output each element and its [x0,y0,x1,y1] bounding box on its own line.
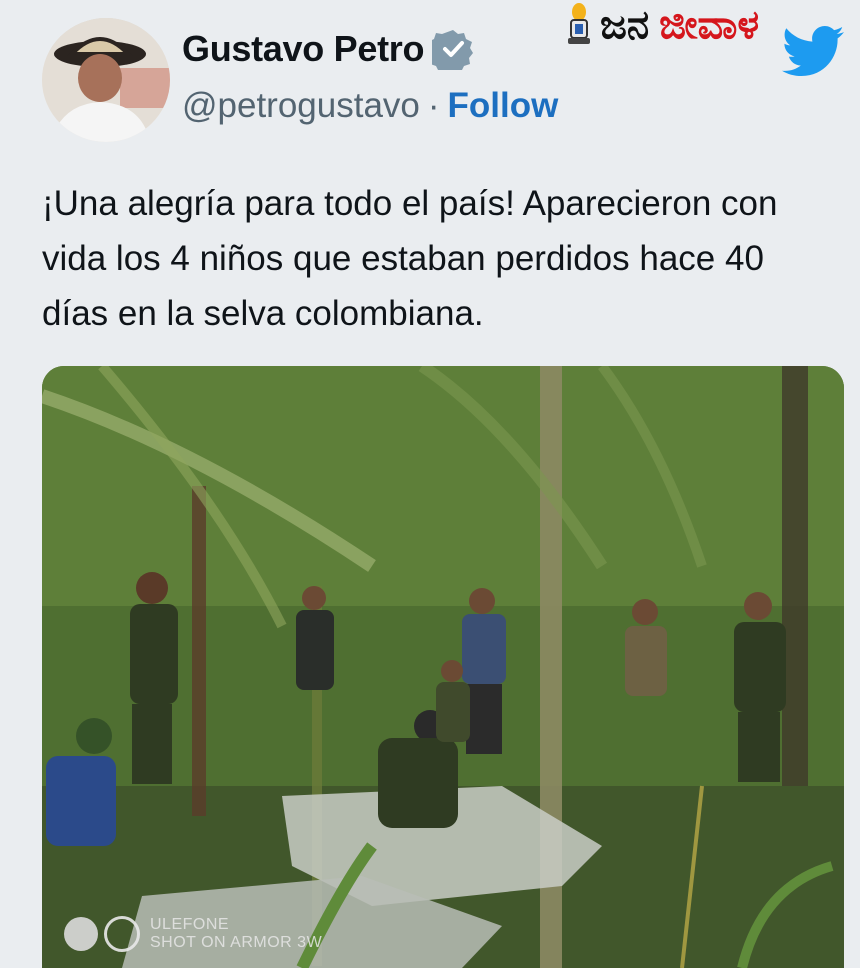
tweet-photo[interactable]: ULEFONE SHOT ON ARMOR 3W [42,366,844,968]
tweet-card: Gustavo Petro @petrogustavo · Follow ಜನ ಜ… [0,0,860,968]
brand-name-part1: ಜನ [600,3,650,47]
lamp-logo-icon [568,3,590,44]
watermark-line1: ULEFONE [150,916,230,933]
author-handle[interactable]: @petrogustavo [182,86,420,126]
follow-button[interactable]: Follow [448,86,559,126]
avatar-photo [42,18,170,142]
tweet-text: ¡Una alegría para todo el país! Aparecie… [42,184,778,333]
brand-name-part2: ಜೀವಾಳ [659,3,760,47]
separator-dot: · [427,86,440,125]
verified-badge-icon [427,28,474,74]
author-handle-row: @petrogustavo · Follow [182,86,558,126]
author-name[interactable]: Gustavo Petro [182,28,424,70]
author-avatar[interactable] [42,18,170,142]
camera-watermark: ULEFONE SHOT ON ARMOR 3W [64,916,322,952]
brand-name: ಜನ ಜೀವಾಳ [600,2,759,48]
brand-watermark: ಜನ ಜೀವಾಳ [562,2,858,76]
author-name-row: Gustavo Petro [182,28,474,74]
watermark-ring-icon [104,916,140,952]
watermark-line2: SHOT ON ARMOR 3W [150,934,323,951]
jungle-rescue-photo [42,366,844,968]
watermark-text: ULEFONE SHOT ON ARMOR 3W [150,916,322,952]
twitter-bird-icon [782,26,844,76]
watermark-dot-icon [64,917,98,951]
